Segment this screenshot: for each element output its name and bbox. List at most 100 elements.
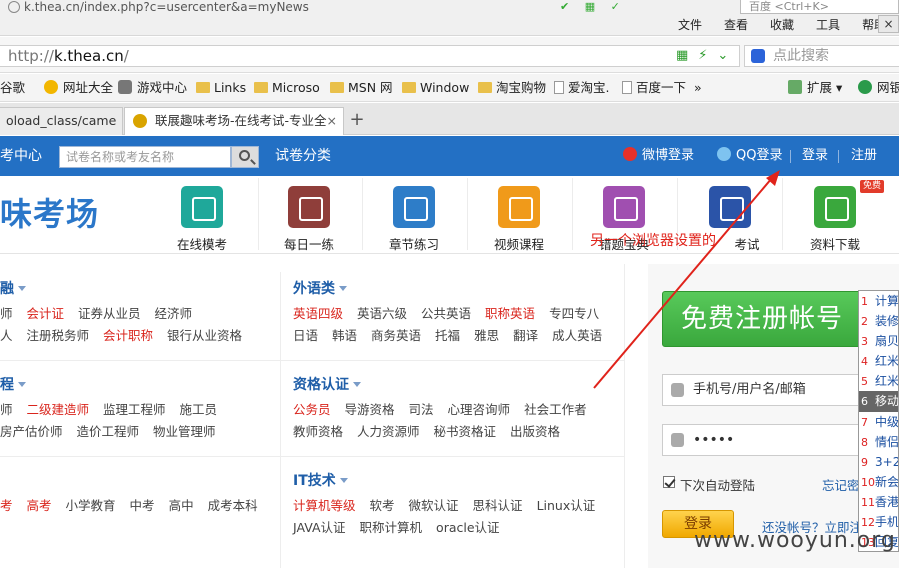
forgot-password-link[interactable]: 忘记密	[822, 475, 860, 494]
bookmark-ai-taobao[interactable]: 爱淘宝.	[554, 80, 609, 96]
bookmark-links[interactable]: Links	[196, 80, 246, 96]
exam-link[interactable]: 高中	[169, 498, 194, 513]
exam-link[interactable]: 成人英语	[552, 328, 602, 343]
feature-online-mock[interactable]: 在线模考	[172, 186, 232, 253]
category-title[interactable]: 程	[0, 375, 26, 395]
exam-link[interactable]: 小学教育	[66, 498, 116, 513]
exam-link[interactable]: 房产估价师	[0, 424, 63, 439]
exam-link[interactable]: 秘书资格证	[434, 424, 497, 439]
exam-link[interactable]: 公务员	[293, 402, 331, 417]
suggestion-item[interactable]: 3 扇贝	[859, 331, 898, 351]
bookmarks-overflow-chevron[interactable]: »	[694, 80, 702, 96]
exam-link[interactable]: 高考	[27, 498, 52, 513]
exam-link[interactable]: 翻译	[513, 328, 538, 343]
menu-view[interactable]: 查看	[724, 16, 748, 34]
exam-link[interactable]: 经济师	[155, 306, 193, 321]
suggestion-item[interactable]: 5 红米	[859, 371, 898, 391]
exam-link[interactable]: 心理咨询师	[448, 402, 511, 417]
qq-login-link[interactable]: QQ登录	[717, 147, 782, 165]
paper-category-link[interactable]: 试卷分类	[275, 147, 331, 165]
exam-link[interactable]: 中考	[130, 498, 155, 513]
back-icon[interactable]	[8, 1, 20, 13]
suggestion-item[interactable]: 8 情侣	[859, 432, 898, 452]
exam-link[interactable]: 物业管理师	[153, 424, 216, 439]
close-window-button[interactable]: ×	[878, 15, 899, 33]
suggestion-item[interactable]: 1 计算	[859, 291, 898, 311]
suggestion-item[interactable]: 10新会	[859, 472, 898, 492]
exam-link[interactable]: 会计职称	[103, 328, 153, 343]
exam-link[interactable]: 导游资格	[345, 402, 395, 417]
password-input[interactable]: •••••	[662, 424, 862, 456]
online-bank-button[interactable]: 网银	[858, 80, 899, 96]
exam-link[interactable]: 托福	[435, 328, 460, 343]
exam-link[interactable]: 思科认证	[473, 498, 523, 513]
exam-link[interactable]: 专四专八	[549, 306, 599, 321]
feature-daily-practice[interactable]: 每日一练	[279, 186, 339, 253]
free-register-button[interactable]: 免费注册帐号	[662, 291, 862, 347]
category-title[interactable]: 外语类	[293, 279, 347, 299]
bookmark-baidu[interactable]: 百度一下	[622, 80, 686, 96]
exam-link[interactable]: 职称计算机	[360, 520, 423, 535]
exam-link[interactable]: 造价工程师	[77, 424, 140, 439]
bookmark-taobao[interactable]: 淘宝购物	[478, 80, 546, 96]
new-tab-button[interactable]: +	[346, 110, 368, 132]
exam-link[interactable]: 司法	[409, 402, 434, 417]
exam-link[interactable]: 日语	[293, 328, 318, 343]
suggestion-item[interactable]: 4 红米	[859, 351, 898, 371]
extensions-button[interactable]: 扩展 ▾	[788, 80, 842, 96]
exam-link[interactable]: 监理工程师	[103, 402, 166, 417]
feature-downloads[interactable]: 资料下载	[805, 186, 865, 253]
exam-link[interactable]: 银行从业资格	[167, 328, 242, 343]
menu-favorites[interactable]: 收藏	[770, 16, 794, 34]
exam-link[interactable]: 雅思	[474, 328, 499, 343]
login-link[interactable]: 登录	[802, 147, 828, 165]
exam-link[interactable]: 教师资格	[293, 424, 343, 439]
exam-link[interactable]: 施工员	[180, 402, 218, 417]
search-button[interactable]	[231, 146, 259, 168]
tab-upload-class[interactable]: oload_class/came	[0, 107, 123, 135]
exam-link[interactable]: 考	[0, 498, 13, 513]
menu-file[interactable]: 文件	[678, 16, 702, 34]
suggestion-item[interactable]: 9 3+2	[859, 452, 898, 472]
url-input[interactable]: http://k.thea.cn/	[0, 45, 740, 67]
top-url-text[interactable]: k.thea.cn/index.php?c=usercenter&a=myNew…	[24, 0, 309, 14]
bookmark-game-center[interactable]: 游戏中心	[118, 80, 187, 96]
exam-link[interactable]: 英语六级	[357, 306, 407, 321]
category-title[interactable]: 资格认证	[293, 375, 361, 395]
username-input[interactable]: 手机号/用户名/邮箱	[662, 374, 862, 406]
exam-link[interactable]: 社会工作者	[524, 402, 587, 417]
menu-tools[interactable]: 工具	[816, 16, 840, 34]
top-search-input[interactable]: 百度 <Ctrl+K>	[740, 0, 899, 14]
exam-link[interactable]: Linux认证	[537, 498, 596, 513]
exam-link[interactable]: 师	[0, 402, 13, 417]
category-title[interactable]: 融	[0, 279, 26, 299]
exam-link[interactable]: 出版资格	[510, 424, 560, 439]
exam-link[interactable]: 公共英语	[421, 306, 471, 321]
exam-link[interactable]: 人	[0, 328, 13, 343]
tab-lianzhan-exam[interactable]: 联展趣味考场-在线考试-专业全 ×	[124, 107, 344, 135]
exam-search-input[interactable]: 试卷名称或考友名称	[59, 146, 231, 168]
exam-link[interactable]: 计算机等级	[293, 498, 356, 513]
exam-link[interactable]: oracle认证	[436, 520, 499, 535]
exam-link[interactable]: 职称英语	[485, 306, 535, 321]
exam-link[interactable]: 商务英语	[371, 328, 421, 343]
feature-video-course[interactable]: 视频课程	[489, 186, 549, 253]
exam-link[interactable]: 韩语	[332, 328, 357, 343]
exam-link[interactable]: 英语四级	[293, 306, 343, 321]
exam-link[interactable]: 证券从业员	[78, 306, 141, 321]
exam-link[interactable]: 人力资源师	[357, 424, 420, 439]
register-link[interactable]: 注册	[851, 147, 877, 165]
bookmark-windows[interactable]: Window	[402, 80, 469, 96]
bookmark-google[interactable]: 谷歌	[0, 80, 25, 96]
exam-link[interactable]: 师	[0, 306, 13, 321]
weibo-login-link[interactable]: 微博登录	[623, 147, 694, 165]
exam-link[interactable]: 软考	[370, 498, 395, 513]
suggestion-item[interactable]: 2 装修	[859, 311, 898, 331]
bookmark-microsoft[interactable]: Microso	[254, 80, 320, 96]
bookmark-msn[interactable]: MSN 网	[330, 80, 393, 96]
exam-center-link[interactable]: 考中心	[0, 147, 42, 165]
exam-link[interactable]: 注册税务师	[27, 328, 90, 343]
search-input[interactable]: 点此搜索	[744, 45, 899, 67]
exam-link[interactable]: 微软认证	[409, 498, 459, 513]
suggestion-item[interactable]: 6 移动	[859, 391, 898, 412]
